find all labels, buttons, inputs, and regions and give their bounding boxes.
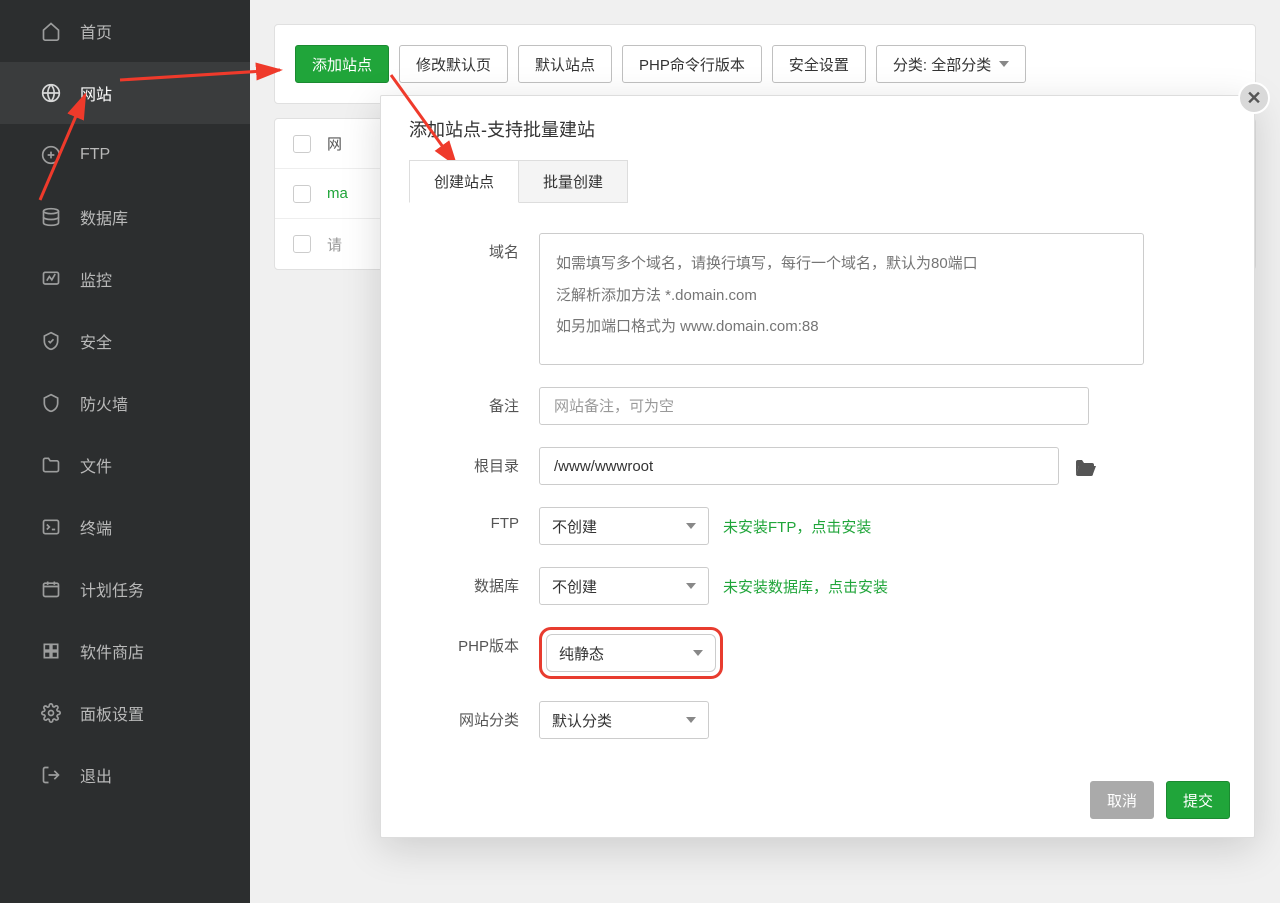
sidebar-item-label: 安全 <box>80 329 112 353</box>
domain-input[interactable] <box>539 233 1144 365</box>
select-all-checkbox[interactable] <box>293 135 311 153</box>
add-site-button[interactable]: 添加站点 <box>295 45 389 83</box>
modal-title: 添加站点-支持批量建站 <box>381 96 1254 152</box>
sidebar-item-settings[interactable]: 面板设置 <box>0 682 250 744</box>
default-site-button[interactable]: 默认站点 <box>518 45 612 83</box>
category-select[interactable]: 默认分类 <box>539 701 709 739</box>
chevron-down-icon <box>693 650 703 656</box>
sidebar: 首页 网站 FTP 数据库 监控 安全 防火墙 文件 终端 计划任务 软件商店 <box>0 0 250 903</box>
add-site-modal: ✕ 添加站点-支持批量建站 创建站点 批量创建 域名 备注 根目录 <box>380 95 1255 838</box>
db-install-link[interactable]: 未安装数据库，点击安装 <box>723 576 888 597</box>
sidebar-item-label: 数据库 <box>80 205 128 229</box>
php-version-select[interactable]: 纯静态 <box>546 634 716 672</box>
shield-icon <box>40 330 62 352</box>
logout-icon <box>40 764 62 786</box>
terminal-icon <box>40 516 62 538</box>
globe-icon <box>40 82 62 104</box>
category-label: 网站分类 <box>409 701 539 730</box>
domain-label: 域名 <box>409 233 539 262</box>
ftp-select[interactable]: 不创建 <box>539 507 709 545</box>
database-icon <box>40 206 62 228</box>
tab-create-site[interactable]: 创建站点 <box>409 160 519 203</box>
sidebar-item-cron[interactable]: 计划任务 <box>0 558 250 620</box>
sidebar-item-monitor[interactable]: 监控 <box>0 248 250 310</box>
folder-icon <box>40 454 62 476</box>
sidebar-item-label: 退出 <box>80 763 112 787</box>
sidebar-item-label: 监控 <box>80 267 112 291</box>
sidebar-item-files[interactable]: 文件 <box>0 434 250 496</box>
php-version-label: PHP版本 <box>409 627 539 656</box>
chevron-down-icon <box>999 61 1009 67</box>
root-label: 根目录 <box>409 447 539 476</box>
firewall-icon <box>40 392 62 414</box>
php-highlight-annotation: 纯静态 <box>539 627 723 679</box>
sidebar-item-store[interactable]: 软件商店 <box>0 620 250 682</box>
modal-footer: 取消 提交 <box>381 771 1254 819</box>
php-cli-button[interactable]: PHP命令行版本 <box>622 45 762 83</box>
submit-button[interactable]: 提交 <box>1166 781 1230 819</box>
note-input[interactable] <box>539 387 1089 425</box>
database-select-value: 不创建 <box>552 576 597 597</box>
ftp-select-value: 不创建 <box>552 516 597 537</box>
sidebar-item-label: 面板设置 <box>80 701 144 725</box>
security-settings-button[interactable]: 安全设置 <box>772 45 866 83</box>
cron-icon <box>40 578 62 600</box>
chevron-down-icon <box>686 583 696 589</box>
category-filter-label: 分类: 全部分类 <box>893 54 991 75</box>
store-icon <box>40 640 62 662</box>
sidebar-item-label: 网站 <box>80 81 112 105</box>
php-version-value: 纯静态 <box>559 643 604 664</box>
ftp-label: FTP <box>409 507 539 532</box>
category-filter-dropdown[interactable]: 分类: 全部分类 <box>876 45 1026 83</box>
row-checkbox[interactable] <box>293 235 311 253</box>
db-label: 数据库 <box>409 567 539 596</box>
sidebar-item-label: 文件 <box>80 453 112 477</box>
note-label: 备注 <box>409 387 539 416</box>
sidebar-item-ftp[interactable]: FTP <box>0 124 250 186</box>
category-select-value: 默认分类 <box>552 710 612 731</box>
tab-batch-create[interactable]: 批量创建 <box>519 160 628 203</box>
table-header-label: 网 <box>327 133 342 154</box>
monitor-icon <box>40 268 62 290</box>
sidebar-item-terminal[interactable]: 终端 <box>0 496 250 558</box>
home-icon <box>40 20 62 42</box>
sidebar-item-label: 防火墙 <box>80 391 128 415</box>
sidebar-item-logout[interactable]: 退出 <box>0 744 250 806</box>
sidebar-item-label: 计划任务 <box>80 577 144 601</box>
cancel-button[interactable]: 取消 <box>1090 781 1154 819</box>
ftp-icon <box>40 144 62 166</box>
ftp-install-link[interactable]: 未安装FTP，点击安装 <box>723 516 871 537</box>
modal-tabs: 创建站点 批量创建 <box>409 160 1226 203</box>
gear-icon <box>40 702 62 724</box>
close-icon[interactable]: ✕ <box>1238 82 1270 114</box>
site-name-cell: ma <box>327 185 348 202</box>
row-checkbox[interactable] <box>293 185 311 203</box>
sidebar-item-label: 首页 <box>80 19 112 43</box>
sidebar-item-label: FTP <box>80 146 110 164</box>
root-path-input[interactable] <box>539 447 1059 485</box>
sidebar-item-label: 软件商店 <box>80 639 144 663</box>
add-site-form: 域名 备注 根目录 FTP 不创建 <box>381 203 1254 771</box>
browse-folder-icon[interactable] <box>1073 456 1097 476</box>
sidebar-item-label: 终端 <box>80 515 112 539</box>
sidebar-item-firewall[interactable]: 防火墙 <box>0 372 250 434</box>
default-page-button[interactable]: 修改默认页 <box>399 45 508 83</box>
sidebar-item-website[interactable]: 网站 <box>0 62 250 124</box>
database-select[interactable]: 不创建 <box>539 567 709 605</box>
sidebar-item-database[interactable]: 数据库 <box>0 186 250 248</box>
toolbar: 添加站点 修改默认页 默认站点 PHP命令行版本 安全设置 分类: 全部分类 <box>274 24 1256 104</box>
sidebar-item-home[interactable]: 首页 <box>0 0 250 62</box>
sidebar-item-security[interactable]: 安全 <box>0 310 250 372</box>
chevron-down-icon <box>686 523 696 529</box>
search-placeholder-text: 请 <box>327 234 342 255</box>
chevron-down-icon <box>686 717 696 723</box>
